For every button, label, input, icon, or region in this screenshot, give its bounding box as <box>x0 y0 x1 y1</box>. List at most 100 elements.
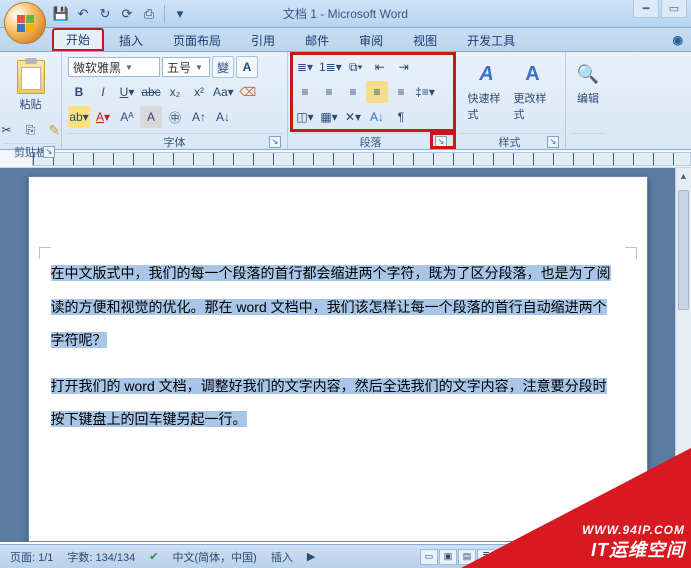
paragraph-1[interactable]: 在中文版式中，我们的每一个段落的首行都会缩进两个字符，既为了区分段落，也是为了阅… <box>51 257 625 358</box>
undo-icon[interactable]: ↶ <box>74 5 92 23</box>
status-language[interactable]: 中文(简体，中国) <box>173 549 257 565</box>
bold-button[interactable]: B <box>68 81 90 103</box>
watermark-text: WWW.94IP.COM IT运维空间 <box>582 523 685 562</box>
tab-references[interactable]: 引用 <box>236 28 290 51</box>
highlight-button[interactable]: ab▾ <box>68 106 90 128</box>
quick-styles-icon: A <box>473 60 501 88</box>
title-bar: 💾 ↶ ↻ ⟳ ⎙ ▾ 文档 1 - Microsoft Word ━ ▭ <box>0 0 691 28</box>
text-line-2: 读的方便和视觉的优化。那在 word 文档中，我们该怎样让每一个段落的首行自动缩… <box>51 299 607 315</box>
phonetic-guide-button[interactable]: 變 <box>212 56 234 78</box>
clear-formatting-button[interactable]: ⌫ <box>237 81 259 103</box>
multilevel-list-button[interactable]: ⧉▾ <box>345 56 367 78</box>
font-shrink-button[interactable]: A↓ <box>212 106 234 128</box>
find-button[interactable]: 🔍 编辑 <box>572 56 604 110</box>
clipboard-launcher[interactable]: ↘ <box>43 146 55 158</box>
grow-font-button[interactable]: Aᴬ <box>116 106 138 128</box>
distributed-button[interactable]: ≡ <box>390 81 412 103</box>
italic-button[interactable]: I <box>92 81 114 103</box>
styles-launcher[interactable]: ↘ <box>547 136 559 148</box>
qat-separator <box>164 5 165 23</box>
status-word-count[interactable]: 字数: 134/134 <box>67 549 135 565</box>
font-launcher[interactable]: ↘ <box>269 136 281 148</box>
horizontal-ruler[interactable] <box>0 150 691 168</box>
paste-label: 粘贴 <box>20 96 42 112</box>
redo-icon[interactable]: ↻ <box>96 5 114 23</box>
qat-customize-icon[interactable]: ▾ <box>171 5 189 23</box>
help-icon[interactable]: ◉ <box>673 28 683 51</box>
minimize-button[interactable]: ━ <box>633 0 659 18</box>
maximize-button[interactable]: ▭ <box>661 0 687 18</box>
status-page[interactable]: 页面: 1/1 <box>10 549 53 565</box>
bullets-button[interactable]: ≣▾ <box>294 56 316 78</box>
change-styles-button[interactable]: A 更改样式 <box>512 56 554 126</box>
strikethrough-button[interactable]: abc <box>140 81 162 103</box>
cut-button[interactable]: ✂ <box>0 119 18 141</box>
full-screen-view[interactable]: ▣ <box>439 549 457 565</box>
scroll-up-arrow[interactable]: ▲ <box>676 168 691 184</box>
text-line-3: 字符呢？ <box>51 332 107 348</box>
paragraph-launcher[interactable]: ↘ <box>435 136 447 148</box>
increase-indent-button[interactable]: ⇥ <box>393 56 415 78</box>
binoculars-icon: 🔍 <box>574 60 602 88</box>
shading-button[interactable]: ◫▾ <box>294 106 316 128</box>
proofing-icon[interactable]: ✔ <box>149 550 158 563</box>
ruler-scale <box>32 152 691 166</box>
font-grow-button[interactable]: A↑ <box>188 106 210 128</box>
group-clipboard-title: 剪贴板 ↘ <box>4 143 57 159</box>
character-border-button[interactable]: A <box>236 56 258 78</box>
font-name-combo[interactable]: 微软雅黑▼ <box>68 57 160 77</box>
decrease-indent-button[interactable]: ⇤ <box>369 56 391 78</box>
justify-button[interactable]: ≡ <box>366 81 388 103</box>
tab-review[interactable]: 审阅 <box>344 28 398 51</box>
print-layout-view[interactable]: ▭ <box>420 549 438 565</box>
quick-access-toolbar: 💾 ↶ ↻ ⟳ ⎙ ▾ <box>52 5 189 23</box>
tab-insert[interactable]: 插入 <box>104 28 158 51</box>
group-styles-title: 样式 ↘ <box>458 133 561 149</box>
sort-button[interactable]: A↓ <box>366 106 388 128</box>
margin-corner-top-left <box>39 247 51 259</box>
tab-developer[interactable]: 开发工具 <box>452 28 530 51</box>
margin-corner-top-right <box>625 247 637 259</box>
tab-view[interactable]: 视图 <box>398 28 452 51</box>
subscript-button[interactable]: x₂ <box>164 81 186 103</box>
status-insert-mode[interactable]: 插入 <box>271 549 293 565</box>
save-icon[interactable]: 💾 <box>52 5 70 23</box>
window-controls: ━ ▭ <box>633 0 687 18</box>
superscript-button[interactable]: x² <box>188 81 210 103</box>
paste-button[interactable]: 粘贴 <box>10 56 52 116</box>
print-icon[interactable]: ⎙ <box>140 5 158 23</box>
tab-home[interactable]: 开始 <box>52 28 104 51</box>
font-color-button[interactable]: A▾ <box>92 106 114 128</box>
enclose-characters-button[interactable]: ㊥ <box>164 106 186 128</box>
align-center-button[interactable]: ≡ <box>318 81 340 103</box>
tab-mailings[interactable]: 邮件 <box>290 28 344 51</box>
ribbon-tabs: 开始 插入 页面布局 引用 邮件 审阅 视图 开发工具 ◉ <box>0 28 691 52</box>
numbering-button[interactable]: 1≣▾ <box>318 56 343 78</box>
borders-button[interactable]: ▦▾ <box>318 106 340 128</box>
font-size-combo[interactable]: 五号▼ <box>162 57 210 77</box>
asian-layout-button[interactable]: ✕▾ <box>342 106 364 128</box>
paragraph-2[interactable]: 打开我们的 word 文档，调整好我们的文字内容，然后全选我们的文字内容，注意要… <box>51 370 625 437</box>
group-editing: 🔍 编辑 <box>566 52 610 149</box>
group-font: 微软雅黑▼ 五号▼ 變 A B I U▾ abc x₂ x² Aa▾ ⌫ <box>62 52 288 149</box>
ribbon: 粘贴 ✂ ⎘ ✎ 剪贴板 ↘ 微软雅黑▼ <box>0 52 691 150</box>
scroll-thumb[interactable] <box>678 190 689 310</box>
office-button[interactable] <box>4 2 46 44</box>
group-font-title: 字体 ↘ <box>66 133 283 149</box>
refresh-icon[interactable]: ⟳ <box>118 5 136 23</box>
align-right-button[interactable]: ≡ <box>342 81 364 103</box>
tab-page-layout[interactable]: 页面布局 <box>158 28 236 51</box>
group-paragraph-title: 段落 ↘ <box>292 133 449 149</box>
align-left-button[interactable]: ≡ <box>294 81 316 103</box>
underline-button[interactable]: U▾ <box>116 81 138 103</box>
quick-styles-button[interactable]: A 快速样式 <box>466 56 508 126</box>
macro-record-icon[interactable]: ▶ <box>307 550 315 563</box>
show-marks-button[interactable]: ¶ <box>390 106 412 128</box>
line-spacing-button[interactable]: ‡≡▾ <box>414 81 436 103</box>
group-paragraph: ≣▾ 1≣▾ ⧉▾ ⇤ ⇥ ≡ ≡ ≡ ≡ ≡ ‡≡▾ ◫▾ ▦▾ <box>288 52 454 149</box>
character-shading-button[interactable]: A <box>140 106 162 128</box>
group-styles: A 快速样式 A 更改样式 样式 ↘ <box>454 52 566 149</box>
change-case-button[interactable]: Aa▾ <box>212 81 235 103</box>
group-clipboard: 粘贴 ✂ ⎘ ✎ 剪贴板 ↘ <box>0 52 62 149</box>
copy-button[interactable]: ⎘ <box>20 119 42 141</box>
